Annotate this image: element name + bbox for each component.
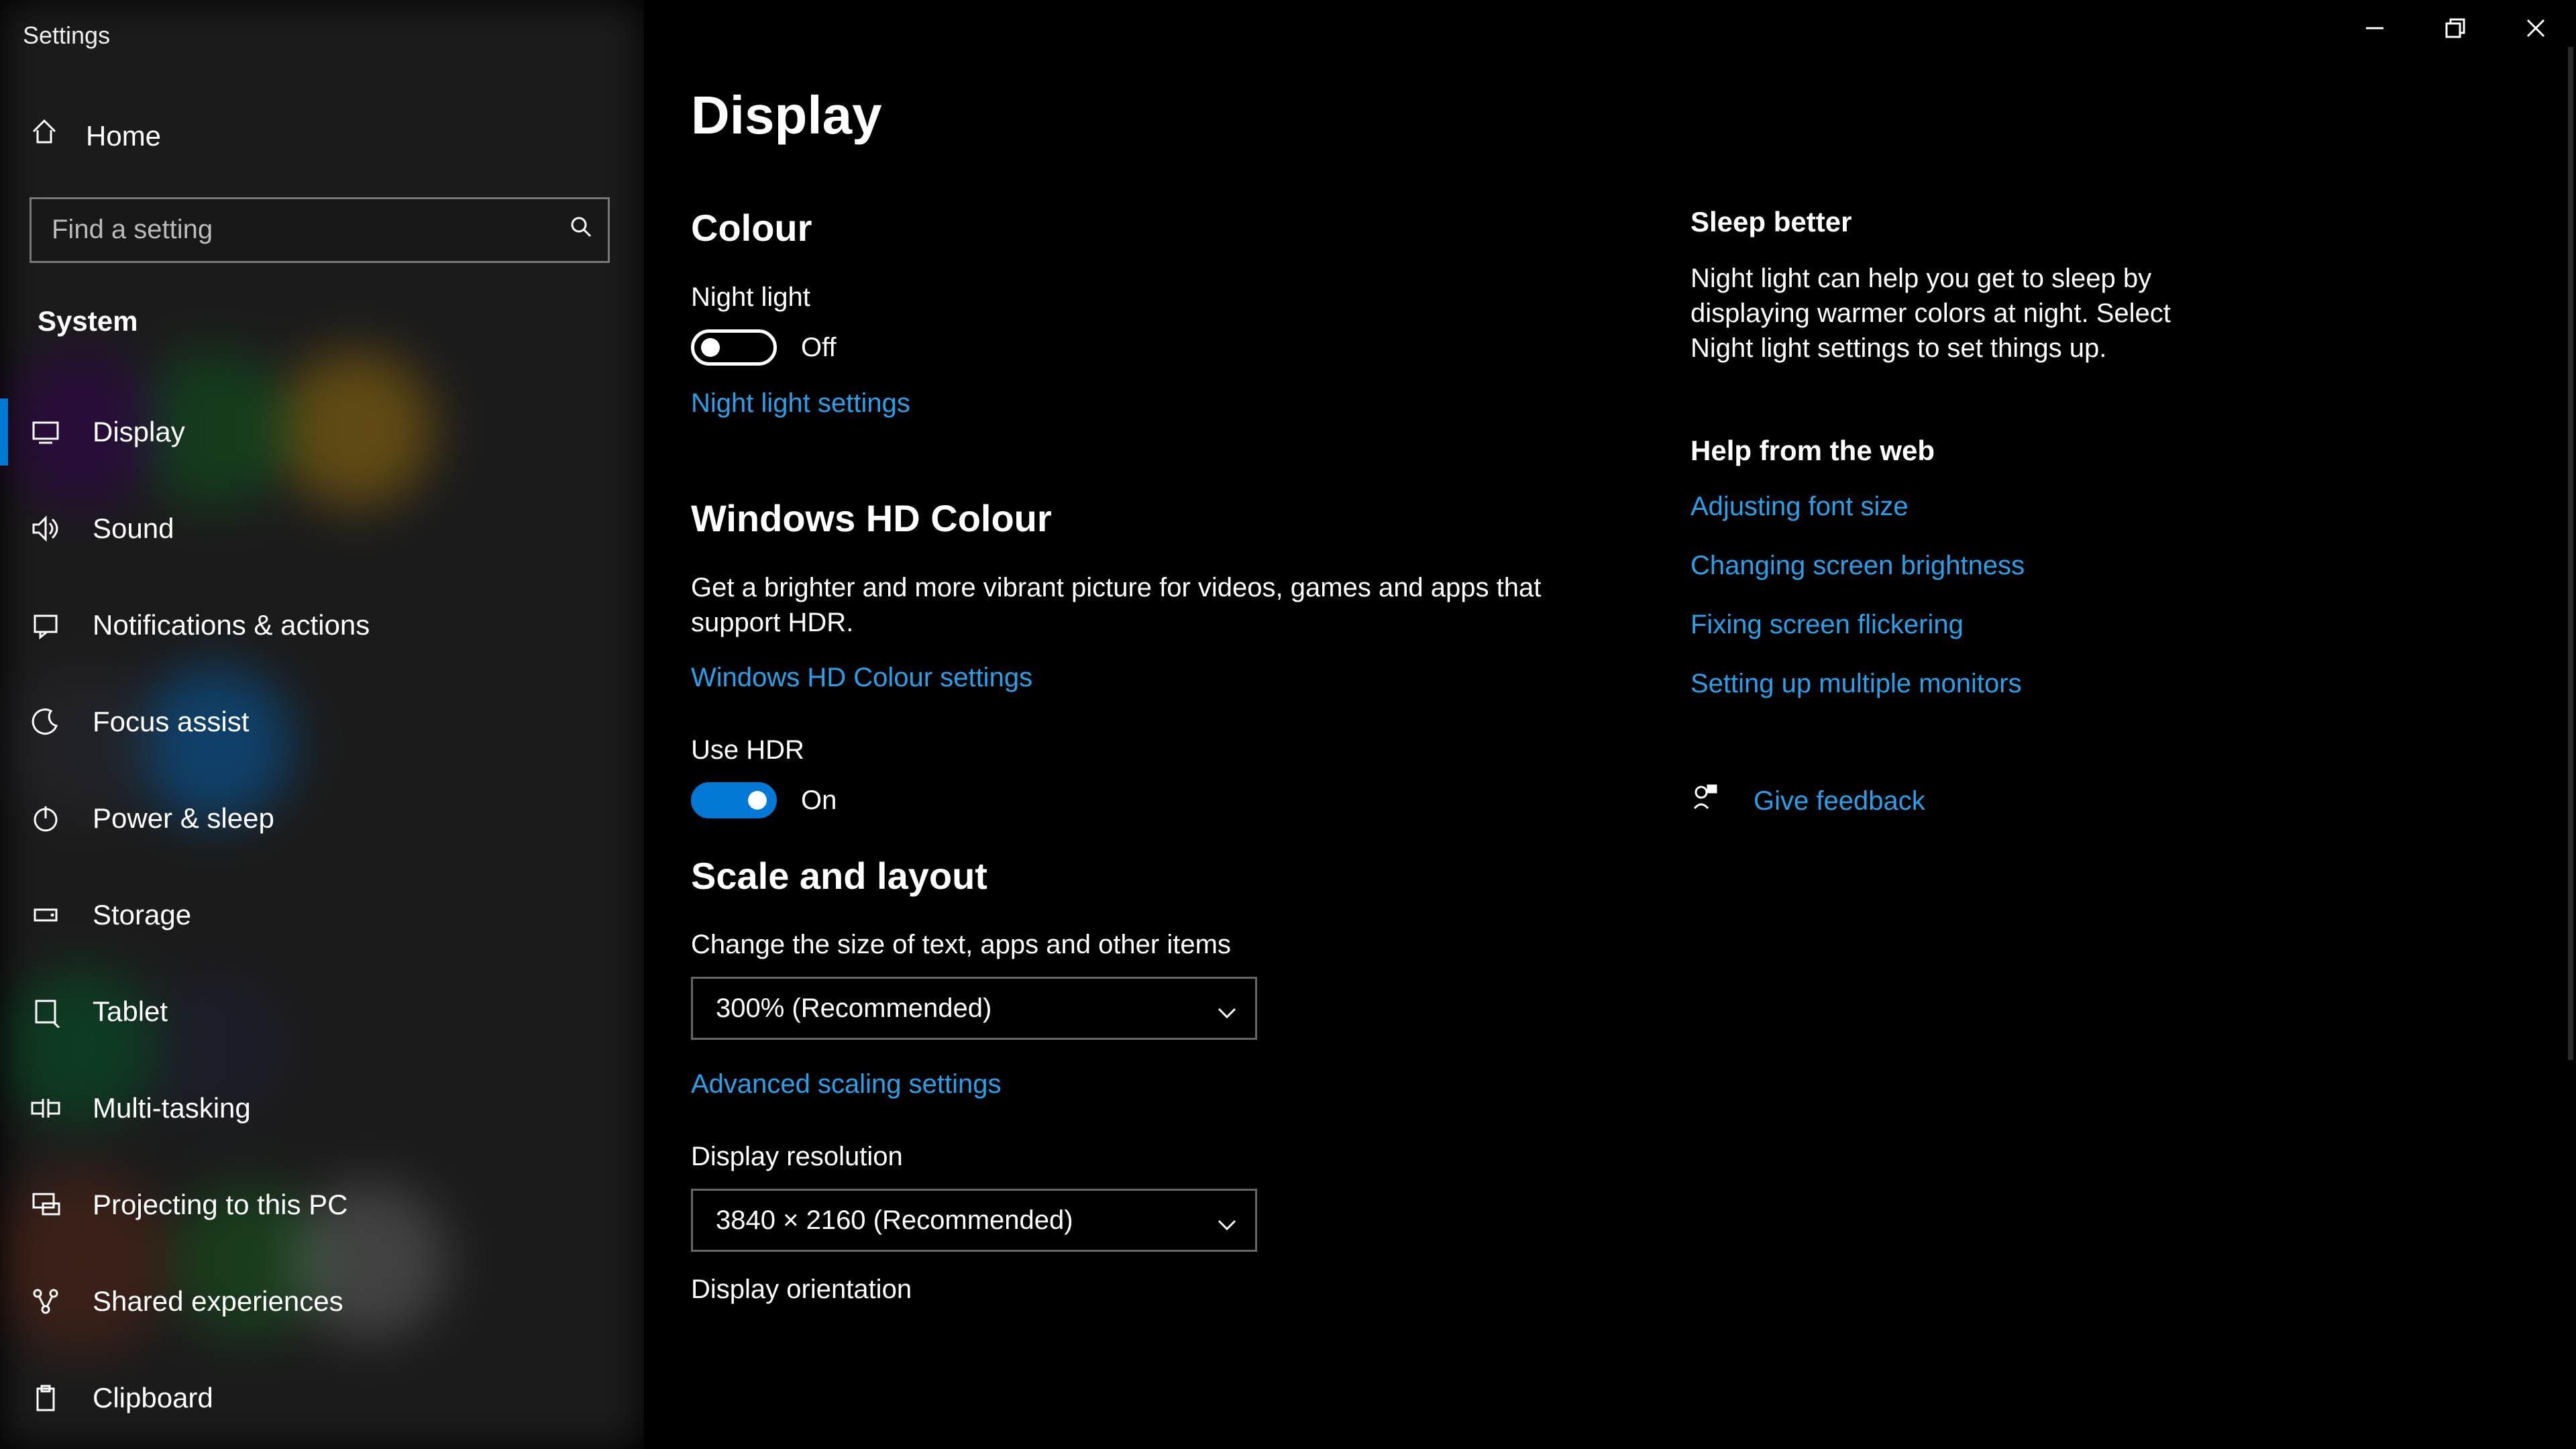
- sidebar-item-focus-assist[interactable]: Focus assist: [0, 674, 644, 770]
- multitasking-icon: [30, 1092, 62, 1124]
- sound-icon: [30, 513, 62, 545]
- feedback-icon: [1690, 782, 1720, 820]
- minimize-button[interactable]: [2334, 0, 2415, 56]
- night-light-settings-link[interactable]: Night light settings: [691, 386, 910, 421]
- projecting-icon: [30, 1189, 62, 1221]
- sidebar-item-notifications[interactable]: Notifications & actions: [0, 577, 644, 674]
- home-icon: [30, 117, 59, 156]
- sidebar-item-shared-experiences[interactable]: Shared experiences: [0, 1253, 644, 1350]
- sidebar-home-label: Home: [86, 118, 161, 155]
- help-link-brightness[interactable]: Changing screen brightness: [1690, 548, 2187, 583]
- sidebar-item-power-sleep[interactable]: Power & sleep: [0, 770, 644, 867]
- sidebar-category: System: [0, 263, 644, 347]
- help-link-multimonitor[interactable]: Setting up multiple monitors: [1690, 666, 2187, 701]
- resolution-label: Display resolution: [691, 1139, 1603, 1174]
- sidebar-item-label: Multi-tasking: [93, 1090, 251, 1127]
- sidebar-item-label: Shared experiences: [93, 1283, 343, 1320]
- search-input[interactable]: [52, 215, 569, 245]
- scale-label: Change the size of text, apps and other …: [691, 927, 1603, 962]
- sidebar-item-tablet[interactable]: Tablet: [0, 963, 644, 1060]
- maximize-icon: [2444, 17, 2467, 40]
- sidebar: Home System Display Sound: [0, 0, 644, 1449]
- sidebar-item-label: Projecting to this PC: [93, 1187, 348, 1224]
- use-hdr-label: Use HDR: [691, 733, 1603, 767]
- sidebar-item-label: Tablet: [93, 994, 168, 1030]
- sidebar-item-clipboard[interactable]: Clipboard: [0, 1350, 644, 1446]
- feedback-link[interactable]: Give feedback: [1754, 784, 1925, 818]
- help-links: Adjusting font size Changing screen brig…: [1690, 489, 2187, 701]
- night-light-label: Night light: [691, 280, 1603, 315]
- sidebar-item-label: Sound: [93, 511, 174, 547]
- sidebar-item-storage[interactable]: Storage: [0, 867, 644, 963]
- settings-column: Colour Night light Off Night light setti…: [691, 191, 1603, 1449]
- sidebar-item-projecting[interactable]: Projecting to this PC: [0, 1157, 644, 1253]
- scale-dropdown[interactable]: 300% (Recommended): [691, 977, 1257, 1040]
- sidebar-nav: Display Sound Notifications & actions Fo…: [0, 384, 644, 1446]
- sleep-better-heading: Sleep better: [1690, 204, 2187, 241]
- sidebar-item-sound[interactable]: Sound: [0, 480, 644, 577]
- section-scale: Scale and layout: [691, 852, 1603, 901]
- page-title: Display: [691, 80, 2576, 150]
- sleep-better-text: Night light can help you get to sleep by…: [1690, 261, 2187, 366]
- sidebar-item-label: Notifications & actions: [93, 607, 370, 644]
- clipboard-icon: [30, 1382, 62, 1414]
- shared-experiences-icon: [30, 1285, 62, 1318]
- focus-assist-icon: [30, 706, 62, 738]
- hdcolour-description: Get a brighter and more vibrant picture …: [691, 570, 1590, 640]
- help-column: Sleep better Night light can help you ge…: [1690, 191, 2187, 1449]
- use-hdr-state: On: [801, 783, 837, 818]
- power-icon: [30, 802, 62, 835]
- advanced-scaling-link[interactable]: Advanced scaling settings: [691, 1067, 1002, 1102]
- sidebar-item-display[interactable]: Display: [0, 384, 644, 480]
- resolution-dropdown[interactable]: 3840 × 2160 (Recommended): [691, 1189, 1257, 1252]
- sidebar-item-label: Power & sleep: [93, 800, 274, 837]
- night-light-toggle[interactable]: [691, 329, 777, 366]
- hdcolour-settings-link[interactable]: Windows HD Colour settings: [691, 660, 1032, 695]
- scale-value: 300% (Recommended): [716, 991, 991, 1026]
- help-link-flickering[interactable]: Fixing screen flickering: [1690, 607, 2187, 642]
- chevron-down-icon: [1216, 998, 1238, 1019]
- search-icon: [569, 213, 593, 248]
- help-link-font-size[interactable]: Adjusting font size: [1690, 489, 2187, 524]
- sidebar-item-multitasking[interactable]: Multi-tasking: [0, 1060, 644, 1157]
- section-hdcolour: Windows HD Colour: [691, 494, 1603, 543]
- use-hdr-toggle[interactable]: [691, 782, 777, 818]
- notifications-icon: [30, 609, 62, 641]
- titlebar: Settings: [0, 0, 2576, 64]
- feedback-row[interactable]: Give feedback: [1690, 782, 2187, 820]
- close-icon: [2524, 17, 2547, 40]
- main-content: Display Colour Night light Off Night lig…: [644, 0, 2576, 1449]
- sidebar-item-label: Storage: [93, 897, 191, 934]
- sidebar-home[interactable]: Home: [0, 101, 644, 172]
- section-colour: Colour: [691, 204, 1603, 253]
- help-heading: Help from the web: [1690, 433, 2187, 470]
- scrollbar[interactable]: [2568, 47, 2573, 1060]
- search-input-wrap[interactable]: [30, 197, 610, 263]
- resolution-value: 3840 × 2160 (Recommended): [716, 1203, 1073, 1238]
- storage-icon: [30, 899, 62, 931]
- maximize-button[interactable]: [2415, 0, 2496, 56]
- window-controls: [2334, 0, 2576, 56]
- close-button[interactable]: [2496, 0, 2576, 56]
- window-title: Settings: [0, 0, 110, 52]
- night-light-state: Off: [801, 330, 837, 365]
- minimize-icon: [2363, 17, 2386, 40]
- orientation-label: Display orientation: [691, 1272, 1603, 1307]
- tablet-icon: [30, 996, 62, 1028]
- sidebar-item-label: Focus assist: [93, 704, 249, 741]
- chevron-down-icon: [1216, 1210, 1238, 1231]
- sidebar-item-label: Clipboard: [93, 1380, 213, 1417]
- sidebar-item-label: Display: [93, 414, 185, 451]
- display-icon: [30, 416, 62, 448]
